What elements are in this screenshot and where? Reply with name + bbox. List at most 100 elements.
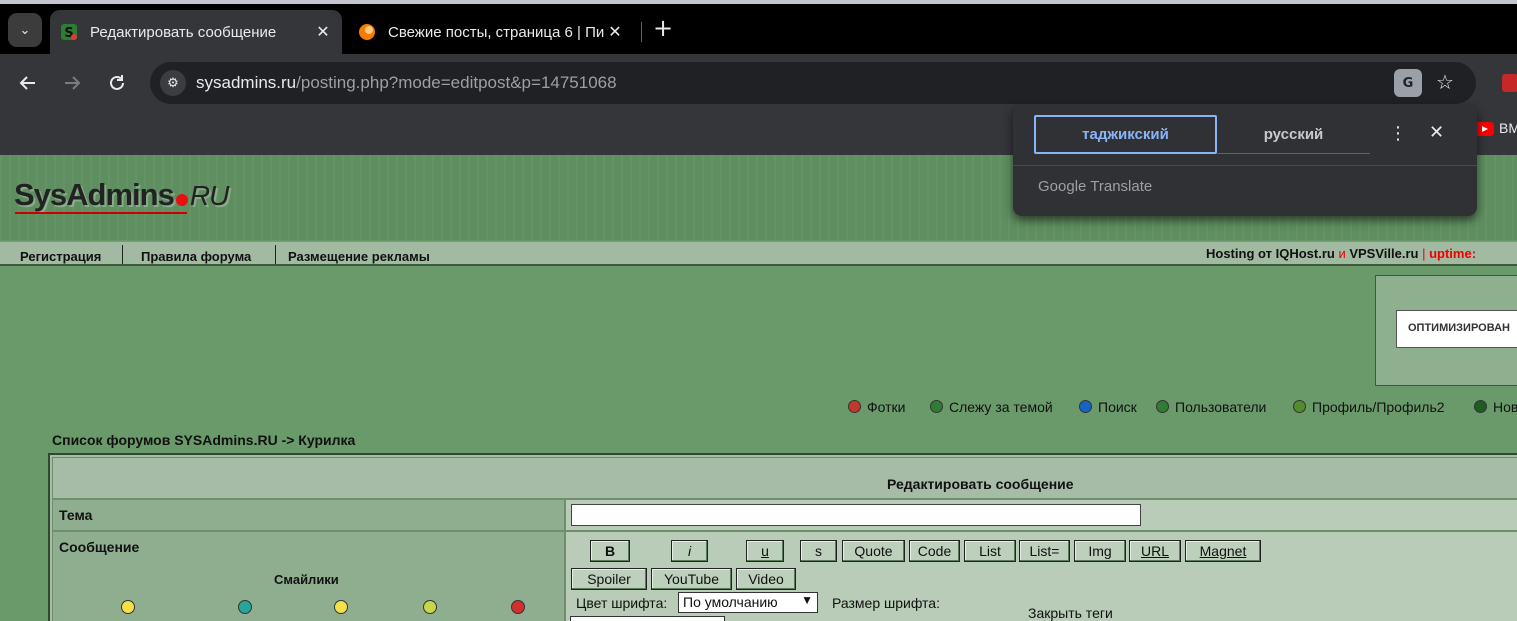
translate-popup: таджикский русский ⋮ ✕ Google Translate (1013, 105, 1477, 216)
extension-icon[interactable] (1502, 74, 1517, 92)
nav-advertising[interactable]: Размещение рекламы (288, 249, 430, 264)
bbcode-code-button[interactable]: Code (909, 540, 960, 562)
bbcode-list-button[interactable]: List (964, 540, 1016, 562)
smilies-label: Смайлики (274, 572, 339, 587)
tab-search-button[interactable]: ⌄ (8, 13, 42, 47)
hosting-vpsville-link[interactable]: VPSVille.ru (1349, 246, 1418, 261)
font-color-label: Цвет шрифта: (576, 595, 668, 611)
ad-banner[interactable]: ОПТИМИЗИРОВАН (1375, 275, 1517, 386)
bbcode-bold-button[interactable]: B (590, 540, 630, 562)
watch-icon (930, 400, 943, 413)
close-icon[interactable]: ✕ (1429, 122, 1444, 143)
browser-toolbar: ⚙ sysadmins.ru/posting.php?mode=editpost… (0, 54, 1517, 112)
message-editor-cell: B i u s Quote Code List List= Img URL Ma… (565, 531, 1517, 621)
sysadmins-favicon: S (61, 24, 77, 41)
youtube-icon[interactable] (1474, 122, 1494, 136)
link-label: Пользователи (1175, 399, 1267, 415)
bbcode-youtube-button[interactable]: YouTube (651, 568, 732, 590)
link-label: Профиль/Профиль2 (1312, 399, 1445, 415)
google-translate-brand: Google Translate (1038, 178, 1153, 195)
smiley-icon[interactable] (511, 600, 525, 614)
page-content: SysAdmins RU Регистрация Правила форума Р… (0, 155, 1517, 621)
popup-divider (1013, 165, 1477, 166)
message-label: Сообщение (59, 539, 140, 555)
new-tab-button[interactable]: + (650, 16, 676, 42)
profile-icon (1293, 400, 1306, 413)
bbcode-quote-button[interactable]: Quote (842, 540, 905, 562)
font-color-select[interactable]: По умолчанию ▼ (678, 592, 818, 613)
subject-label: Тема (59, 507, 93, 523)
bbcode-img-button[interactable]: Img (1074, 540, 1126, 562)
link-users[interactable]: Пользователи (1156, 399, 1266, 415)
site-info-icon[interactable]: ⚙ (160, 70, 186, 96)
link-search[interactable]: Поиск (1079, 399, 1137, 415)
link-new[interactable]: Нов (1474, 399, 1517, 415)
font-size-select[interactable] (570, 616, 725, 621)
logo-underline (15, 212, 187, 214)
form-header: Редактировать сообщение (52, 457, 1517, 499)
link-profile[interactable]: Профиль/Профиль2 (1293, 399, 1445, 415)
site-logo[interactable]: SysAdmins RU (14, 177, 229, 213)
nav-rules[interactable]: Правила форума (141, 249, 251, 264)
bbcode-strike-button[interactable]: s (800, 540, 837, 562)
reload-icon (110, 75, 124, 90)
link-photos[interactable]: Фотки (848, 399, 905, 415)
smiley-icon[interactable] (238, 600, 252, 614)
link-label: Слежу за темой (949, 399, 1053, 415)
url-text[interactable]: sysadmins.ru/posting.php?mode=editpost&p… (196, 73, 617, 93)
uptime-label: uptime: (1429, 246, 1477, 261)
photos-icon (848, 400, 861, 413)
link-watching[interactable]: Слежу за темой (930, 399, 1053, 415)
tab-bar: ⌄ S Редактировать сообщение ✕ Свежие пос… (0, 4, 1517, 54)
smiley-icon[interactable] (121, 600, 135, 614)
nav-register[interactable]: Регистрация (20, 249, 101, 264)
arrow-right-icon (65, 76, 81, 90)
smiley-icon[interactable] (423, 600, 437, 614)
translate-icon[interactable]: G (1394, 69, 1422, 97)
breadcrumb[interactable]: Список форумов SYSAdmins.RU -> Курилка (52, 432, 355, 448)
nav-divider (275, 245, 276, 264)
bbcode-list-ordered-button[interactable]: List= (1019, 540, 1070, 562)
target-language-tab[interactable]: русский (1217, 115, 1370, 154)
source-language-tab[interactable]: таджикский (1034, 115, 1217, 154)
hosting-info: Hosting от IQHost.ru и VPSVille.ru | upt… (1206, 246, 1476, 261)
users-icon (1156, 400, 1169, 413)
bookmark-label[interactable]: BMW (1499, 120, 1517, 136)
more-options-icon[interactable]: ⋮ (1389, 123, 1407, 144)
bbcode-magnet-button[interactable]: Magnet (1185, 540, 1261, 562)
orange-favicon (359, 24, 375, 40)
hosting-iqhost-link[interactable]: IQHost.ru (1276, 246, 1335, 261)
bookmark-star-icon[interactable]: ☆ (1436, 70, 1454, 94)
url-host: sysadmins.ru (196, 73, 297, 92)
close-tab-icon[interactable]: ✕ (312, 22, 334, 42)
reload-button[interactable] (101, 67, 133, 99)
link-label: Фотки (867, 399, 906, 415)
forward-button[interactable] (56, 67, 88, 99)
link-label: Нов (1493, 399, 1517, 415)
font-size-label: Размер шрифта: (832, 595, 940, 611)
tab-edit-message[interactable]: S Редактировать сообщение ✕ (50, 10, 342, 54)
address-bar[interactable]: ⚙ sysadmins.ru/posting.php?mode=editpost… (150, 62, 1476, 104)
ad-text[interactable]: ОПТИМИЗИРОВАН (1396, 310, 1517, 348)
tab-title: Свежие посты, страница 6 | Пи (388, 23, 604, 41)
bbcode-url-button[interactable]: URL (1129, 540, 1181, 562)
bbcode-italic-button[interactable]: i (671, 540, 708, 562)
close-tags-link[interactable]: Закрыть теги (1028, 605, 1113, 621)
subject-input-cell (565, 499, 1517, 531)
subject-label-cell: Тема (52, 499, 565, 531)
tab-separator (641, 22, 642, 42)
logo-main-text: SysAdmins (14, 177, 175, 212)
close-tab-icon[interactable]: ✕ (604, 22, 626, 42)
url-path: /posting.php?mode=editpost&p=14751068 (296, 73, 617, 92)
font-color-value: По умолчанию (683, 594, 778, 610)
bbcode-video-button[interactable]: Video (736, 568, 796, 590)
smiley-icon[interactable] (334, 600, 348, 614)
bbcode-spoiler-button[interactable]: Spoiler (571, 568, 647, 590)
chevron-down-icon: ▼ (801, 593, 813, 607)
subject-input[interactable] (571, 504, 1141, 526)
link-label: Поиск (1098, 399, 1137, 415)
hosting-separator: | (1418, 246, 1430, 261)
bbcode-underline-button[interactable]: u (746, 540, 784, 562)
back-button[interactable] (12, 67, 44, 99)
tab-fresh-posts[interactable]: Свежие посты, страница 6 | Пи ✕ (348, 10, 634, 54)
